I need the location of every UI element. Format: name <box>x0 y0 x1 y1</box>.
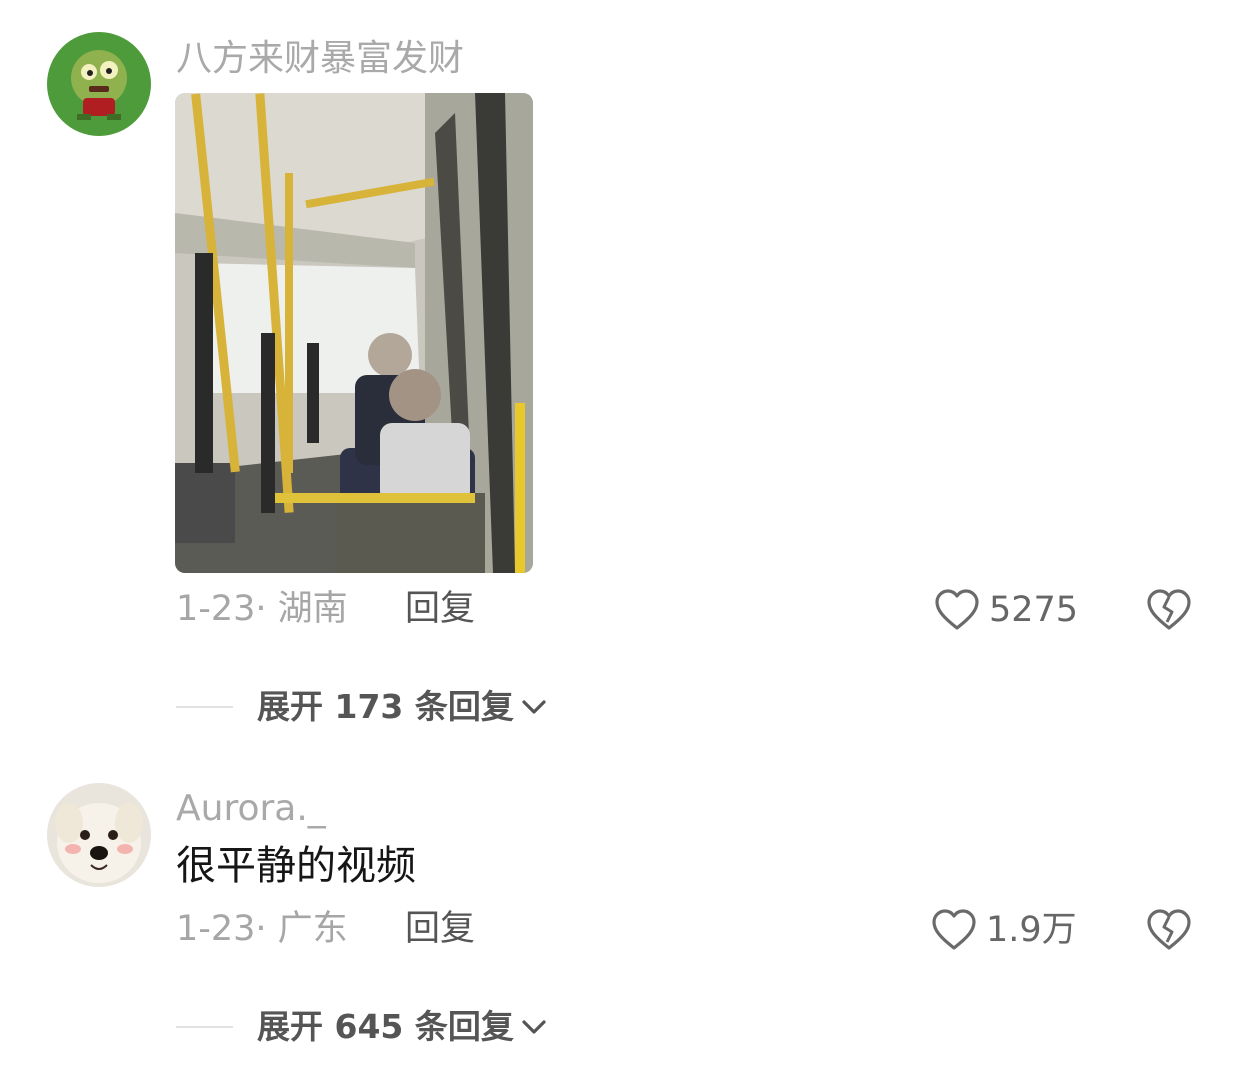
reply-button[interactable]: 回复 <box>405 912 475 947</box>
username[interactable]: Aurora._ <box>176 791 326 827</box>
expand-replies-label: 展开 173 条回复 <box>257 687 514 726</box>
like-button[interactable]: 1.9万 <box>930 906 1077 954</box>
divider-line <box>176 1025 233 1028</box>
heart-outline-icon <box>935 589 979 630</box>
like-count: 1.9万 <box>986 909 1077 950</box>
like-button[interactable]: 5275 <box>933 586 1078 634</box>
expand-replies-button[interactable]: 展开 173 条回复 <box>176 690 548 723</box>
chevron-down-icon <box>522 1019 546 1034</box>
like-count: 5275 <box>989 589 1079 630</box>
expand-replies-label: 展开 645 条回复 <box>257 1007 514 1046</box>
reply-button[interactable]: 回复 <box>405 592 475 627</box>
divider-line <box>176 705 233 708</box>
username[interactable]: 八方来财暴富发财 <box>176 41 464 77</box>
comment-text: 很平静的视频 <box>176 843 416 889</box>
chevron-down-icon <box>522 699 546 714</box>
dislike-button[interactable] <box>1145 586 1193 634</box>
avatar[interactable] <box>47 32 151 136</box>
broken-heart-icon <box>1147 589 1191 630</box>
broken-heart-icon <box>1147 909 1191 950</box>
dislike-button[interactable] <box>1145 906 1193 954</box>
comment-date-location: 1-23· 广东 <box>176 909 348 949</box>
expand-replies-button[interactable]: 展开 645 条回复 <box>176 1010 548 1043</box>
avatar[interactable] <box>47 783 151 887</box>
comment-date-location: 1-23· 湖南 <box>176 589 348 629</box>
comment-image[interactable] <box>175 93 533 573</box>
heart-outline-icon <box>932 909 976 950</box>
